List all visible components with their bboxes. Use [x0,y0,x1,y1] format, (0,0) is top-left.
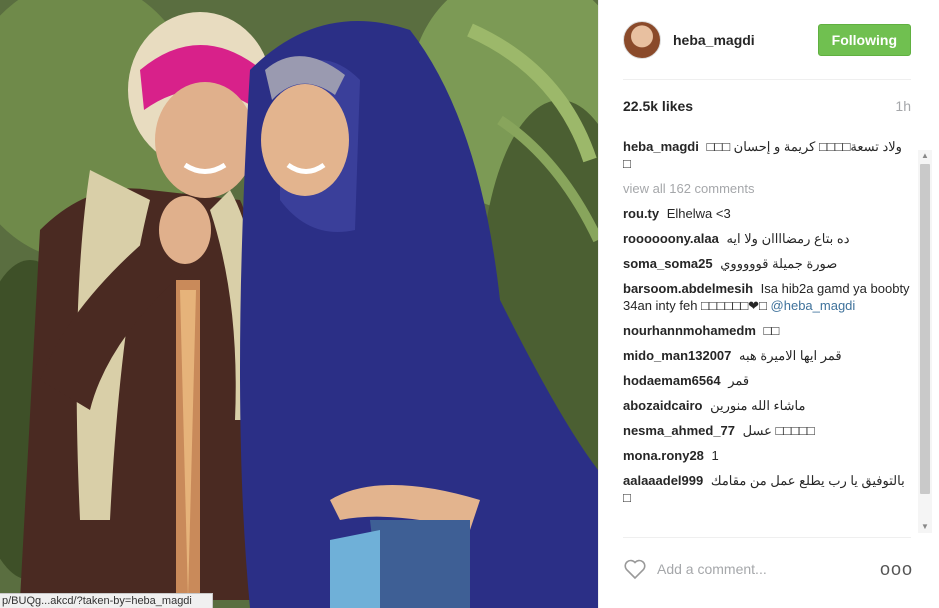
comment-mention[interactable]: @heba_magdi [771,298,856,313]
comment-username[interactable]: abozaidcairo [623,398,702,413]
comment-username[interactable]: aalaaadel999 [623,473,703,488]
comment-text: قمر ايها الاميرة هبه [739,348,842,363]
comments-list[interactable]: heba_magdi ولاد تسعة□□□□ كريمة و إحسان □… [623,138,913,530]
comment-text: عسل □□□□□ [742,423,815,438]
comment-text: ده بتاع رمضاااان ولا ايه [726,231,850,246]
comment-username[interactable]: rou.ty [623,206,659,221]
comments-scrollbar[interactable]: ▲ ▼ [918,150,932,533]
list-item: roooooony.alaa ده بتاع رمضاااان ولا ايه [623,230,913,247]
comment-username[interactable]: roooooony.alaa [623,231,719,246]
comment-text: Elhelwa <3 [666,206,731,221]
post-time[interactable]: 1h [895,98,911,114]
list-item: nesma_ahmed_77 عسل □□□□□ [623,422,913,439]
list-item: aalaaadel999 بالتوفيق يا رب يطلع عمل من … [623,472,913,506]
list-item: nourhannmohamedm □□ [623,322,913,339]
post-header: heba_magdi Following [623,20,911,60]
list-item: rou.ty Elhelwa <3 [623,205,913,222]
likes-count[interactable]: 22.5k likes [623,98,693,114]
comment-username[interactable]: hodaemam6564 [623,373,721,388]
post-details-panel: heba_magdi Following 22.5k likes 1h heba… [598,0,939,608]
scroll-thumb[interactable] [920,164,930,494]
caption-username[interactable]: heba_magdi [623,139,699,154]
heart-outline-icon[interactable] [623,558,647,580]
list-item: mona.rony28 1 [623,447,913,464]
comment-username[interactable]: soma_soma25 [623,256,713,271]
header-username[interactable]: heba_magdi [673,32,755,48]
comment-text: قمر [728,373,750,388]
post-photo[interactable]: p/BUQg...akcd/?taken-by=heba_magdi [0,0,598,608]
list-item: barsoom.abdelmesih Isa hib2a gamd ya boo… [623,280,913,314]
caption: heba_magdi ولاد تسعة□□□□ كريمة و إحسان □… [623,138,913,172]
more-options-icon[interactable]: ooo [880,559,913,580]
list-item: mido_man132007 قمر ايها الاميرة هبه [623,347,913,364]
comment-username[interactable]: mido_man132007 [623,348,731,363]
list-item: soma_soma25 صورة جميلة قوووووي [623,255,913,272]
likes-row: 22.5k likes 1h [623,98,911,114]
comment-text: □□ [763,323,780,338]
comment-text: ماشاء الله منورين [710,398,806,413]
comment-username[interactable]: barsoom.abdelmesih [623,281,753,296]
footer-divider [623,537,911,538]
comment-username[interactable]: nourhannmohamedm [623,323,756,338]
scroll-down-icon[interactable]: ▼ [918,521,932,533]
comment-username[interactable]: mona.rony28 [623,448,704,463]
view-all-comments-link[interactable]: view all 162 comments [623,180,913,197]
comment-text: صورة جميلة قوووووي [720,256,838,271]
list-item: hodaemam6564 قمر [623,372,913,389]
header-divider [623,79,911,80]
status-bar-url: p/BUQg...akcd/?taken-by=heba_magdi [0,593,213,608]
comment-username[interactable]: nesma_ahmed_77 [623,423,735,438]
avatar[interactable] [623,21,661,59]
list-item: abozaidcairo ماشاء الله منورين [623,397,913,414]
comment-footer: Add a comment... ooo [623,555,913,583]
following-button[interactable]: Following [817,24,911,56]
scroll-up-icon[interactable]: ▲ [918,150,932,162]
add-comment-input[interactable]: Add a comment... [657,561,880,577]
photo-illustration [0,0,598,608]
comment-text: 1 [711,448,719,463]
